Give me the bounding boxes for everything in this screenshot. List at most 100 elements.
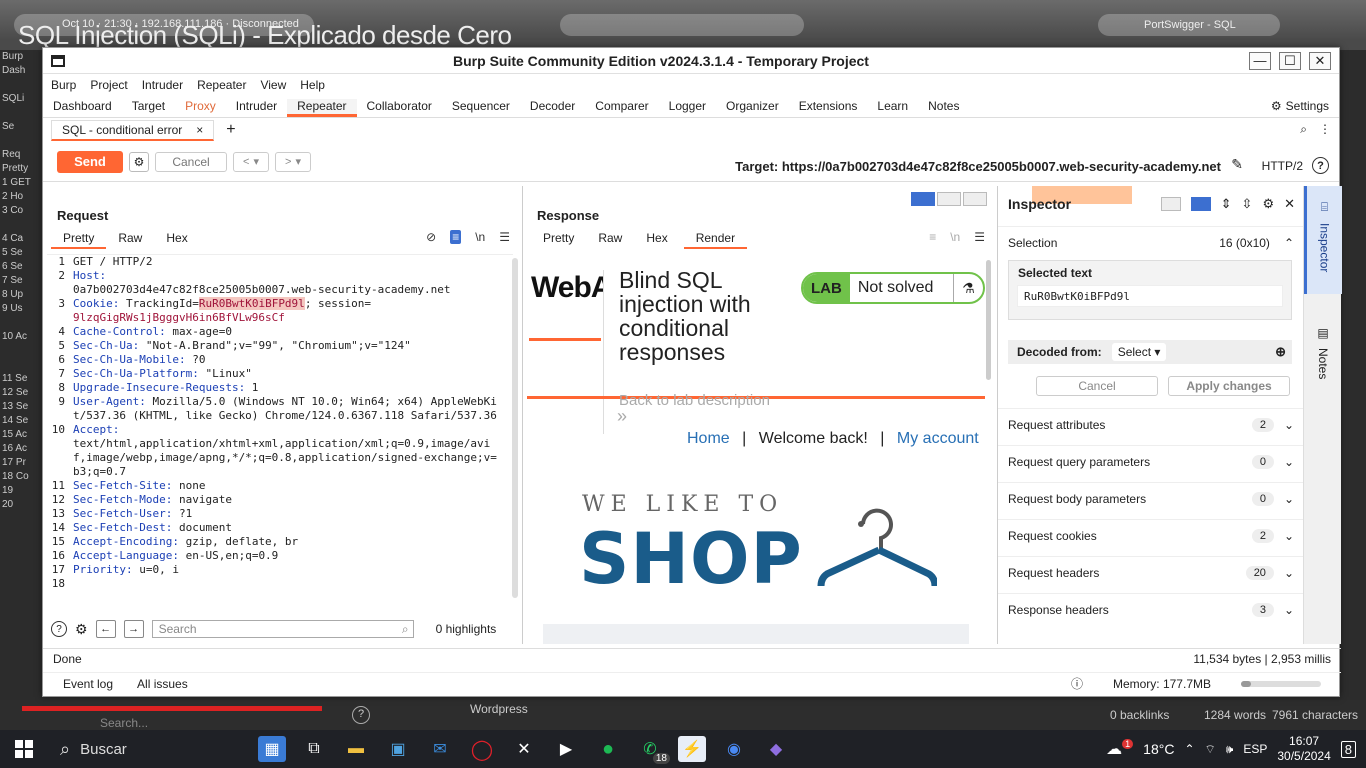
tab-learn[interactable]: Learn (867, 99, 918, 117)
burp-icon[interactable]: ⚡ (678, 736, 706, 762)
sidebar-notes-tab[interactable]: ▤ Notes (1304, 326, 1342, 406)
gear-icon[interactable]: ⚙ (75, 621, 88, 638)
response-tab-render[interactable]: Render (683, 231, 748, 249)
minimize-button[interactable]: — (1249, 51, 1271, 70)
request-tab-hex[interactable]: Hex (154, 231, 199, 249)
add-decoding-icon[interactable]: ⊕ (1275, 344, 1286, 360)
inspector-section[interactable]: Request attributes 2 ⌄ (1008, 418, 1294, 432)
chevron-up-icon[interactable]: ⌃ (1184, 742, 1194, 756)
inspector-cancel-button[interactable]: Cancel (1036, 376, 1158, 396)
close-button[interactable]: ✕ (1309, 51, 1331, 70)
apply-changes-button[interactable]: Apply changes (1168, 376, 1290, 396)
whatsapp-icon[interactable]: ✆ 18 (636, 736, 670, 764)
subtab-sql-conditional[interactable]: SQL - conditional error × (51, 119, 215, 141)
help-icon[interactable]: ? (51, 621, 67, 637)
tab-repeater[interactable]: Repeater (287, 99, 357, 117)
tab-sequencer[interactable]: Sequencer (442, 99, 520, 117)
tab-intruder[interactable]: Intruder (226, 99, 287, 117)
wrap-lines-icon[interactable]: ≡ (450, 230, 462, 244)
menu-project[interactable]: Project (90, 78, 127, 92)
request-scrollbar[interactable] (512, 258, 518, 598)
menu-intruder[interactable]: Intruder (142, 78, 183, 92)
http-version[interactable]: HTTP/2 (1262, 159, 1303, 173)
history-forward-button[interactable]: > ▾ (275, 151, 311, 172)
all-issues-tab[interactable]: All issues (137, 677, 188, 691)
obsidian-icon[interactable]: ◆ (762, 736, 790, 762)
nav-home-link[interactable]: Home (687, 430, 730, 447)
search-input[interactable]: Search ⌕ (151, 620, 414, 638)
inspector-section[interactable]: Request headers 20 ⌄ (1008, 566, 1294, 580)
newline-toggle[interactable]: \n (475, 230, 485, 244)
tab-collaborator[interactable]: Collaborator (357, 99, 442, 117)
search-icon[interactable]: ⌕ (1300, 122, 1307, 137)
help-icon[interactable]: ? (1312, 157, 1329, 174)
prev-match-button[interactable]: ← (95, 620, 116, 638)
tab-organizer[interactable]: Organizer (716, 99, 789, 117)
back-to-lab-link[interactable]: Back to lab description (619, 392, 770, 409)
mail-icon[interactable]: ✉ (426, 736, 454, 762)
network-icon[interactable]: ⌔ (1205, 742, 1216, 757)
cancel-button[interactable]: Cancel (155, 151, 227, 172)
newline-icon[interactable]: \n (950, 230, 960, 244)
send-options-icon[interactable]: ⚙ (129, 151, 149, 172)
map-app-icon[interactable]: ▦ (258, 736, 286, 762)
edit-target-icon[interactable]: ✎ (1231, 156, 1243, 173)
close-icon[interactable]: × (196, 123, 203, 137)
next-match-button[interactable]: → (123, 620, 144, 638)
notifications-icon[interactable]: 8 (1340, 740, 1356, 758)
start-button[interactable] (0, 740, 48, 758)
taskbar-search[interactable]: ⌕ Buscar (48, 739, 248, 760)
add-tab-button[interactable]: + (226, 121, 235, 139)
tab-proxy[interactable]: Proxy (175, 99, 226, 117)
menu-icon[interactable]: ☰ (974, 230, 985, 244)
request-tab-pretty[interactable]: Pretty (51, 231, 107, 249)
menu-icon[interactable]: ☰ (499, 230, 510, 244)
inspector-section[interactable]: Request body parameters 0 ⌄ (1008, 492, 1294, 506)
response-tab-pretty[interactable]: Pretty (531, 231, 586, 249)
tab-comparer[interactable]: Comparer (585, 99, 658, 117)
send-button[interactable]: Send (57, 150, 123, 173)
response-tab-hex[interactable]: Hex (634, 231, 679, 249)
tab-decoder[interactable]: Decoder (520, 99, 585, 117)
menu-help[interactable]: Help (300, 78, 325, 92)
gear-icon[interactable]: ⚙ (1262, 196, 1274, 212)
selection-row[interactable]: Selection 16 (0x10) ⌃ (1008, 236, 1294, 250)
file-explorer-icon[interactable]: ▬ (342, 736, 370, 762)
response-tab-raw[interactable]: Raw (586, 231, 634, 249)
event-log-tab[interactable]: Event log (63, 677, 113, 691)
menu-repeater[interactable]: Repeater (197, 78, 246, 92)
menu-view[interactable]: View (260, 78, 286, 92)
opera-icon[interactable]: ◯ (468, 736, 496, 762)
clock[interactable]: 16:07 30/5/2024 (1277, 734, 1330, 764)
inspector-layout-panel[interactable] (1190, 197, 1211, 211)
tab-notes[interactable]: Notes (918, 99, 969, 117)
close-icon[interactable]: ✕ (1284, 196, 1295, 212)
hide-nonprintable-icon[interactable]: ⊘ (426, 230, 436, 244)
weather-icon[interactable]: ☁ 1 (1106, 739, 1134, 759)
inspector-section[interactable]: Response headers 3 ⌄ (1008, 603, 1294, 617)
kebab-menu-icon[interactable]: ⋮ (1319, 122, 1331, 137)
layout-stacked-button[interactable] (937, 192, 961, 206)
tab-target[interactable]: Target (122, 99, 175, 117)
menu-burp[interactable]: Burp (51, 78, 76, 92)
expand-all-icon[interactable]: ⇕ (1221, 196, 1232, 212)
nav-account-link[interactable]: My account (897, 430, 979, 447)
settings-button[interactable]: ⚙ Settings (1271, 99, 1329, 113)
wrap-lines-icon[interactable]: ≡ (929, 230, 936, 244)
store-icon[interactable]: ▣ (384, 736, 412, 762)
inspector-section[interactable]: Request cookies 2 ⌄ (1008, 529, 1294, 543)
tab-dashboard[interactable]: Dashboard (43, 99, 122, 117)
selected-text-value[interactable]: RuR0BwtK0iBFPd9l (1017, 285, 1283, 307)
language-indicator[interactable]: ESP (1243, 742, 1267, 756)
air-icon[interactable]: ✕ (510, 736, 538, 762)
response-scrollbar[interactable] (986, 260, 991, 380)
sidebar-inspector-tab[interactable]: ⌸ Inspector (1304, 186, 1342, 294)
tab-extensions[interactable]: Extensions (789, 99, 868, 117)
selected-cookie-value[interactable]: RuR0BwtK0iBFPd9l (198, 297, 305, 310)
task-view-icon[interactable]: ⧉ (300, 736, 328, 762)
volume-icon[interactable]: 🕪 (1226, 742, 1234, 757)
spotify-icon[interactable]: ● (594, 736, 622, 762)
terminal-icon[interactable]: ▶ (552, 736, 580, 762)
maximize-button[interactable]: ☐ (1279, 51, 1301, 70)
layout-tabs-button[interactable] (963, 192, 987, 206)
